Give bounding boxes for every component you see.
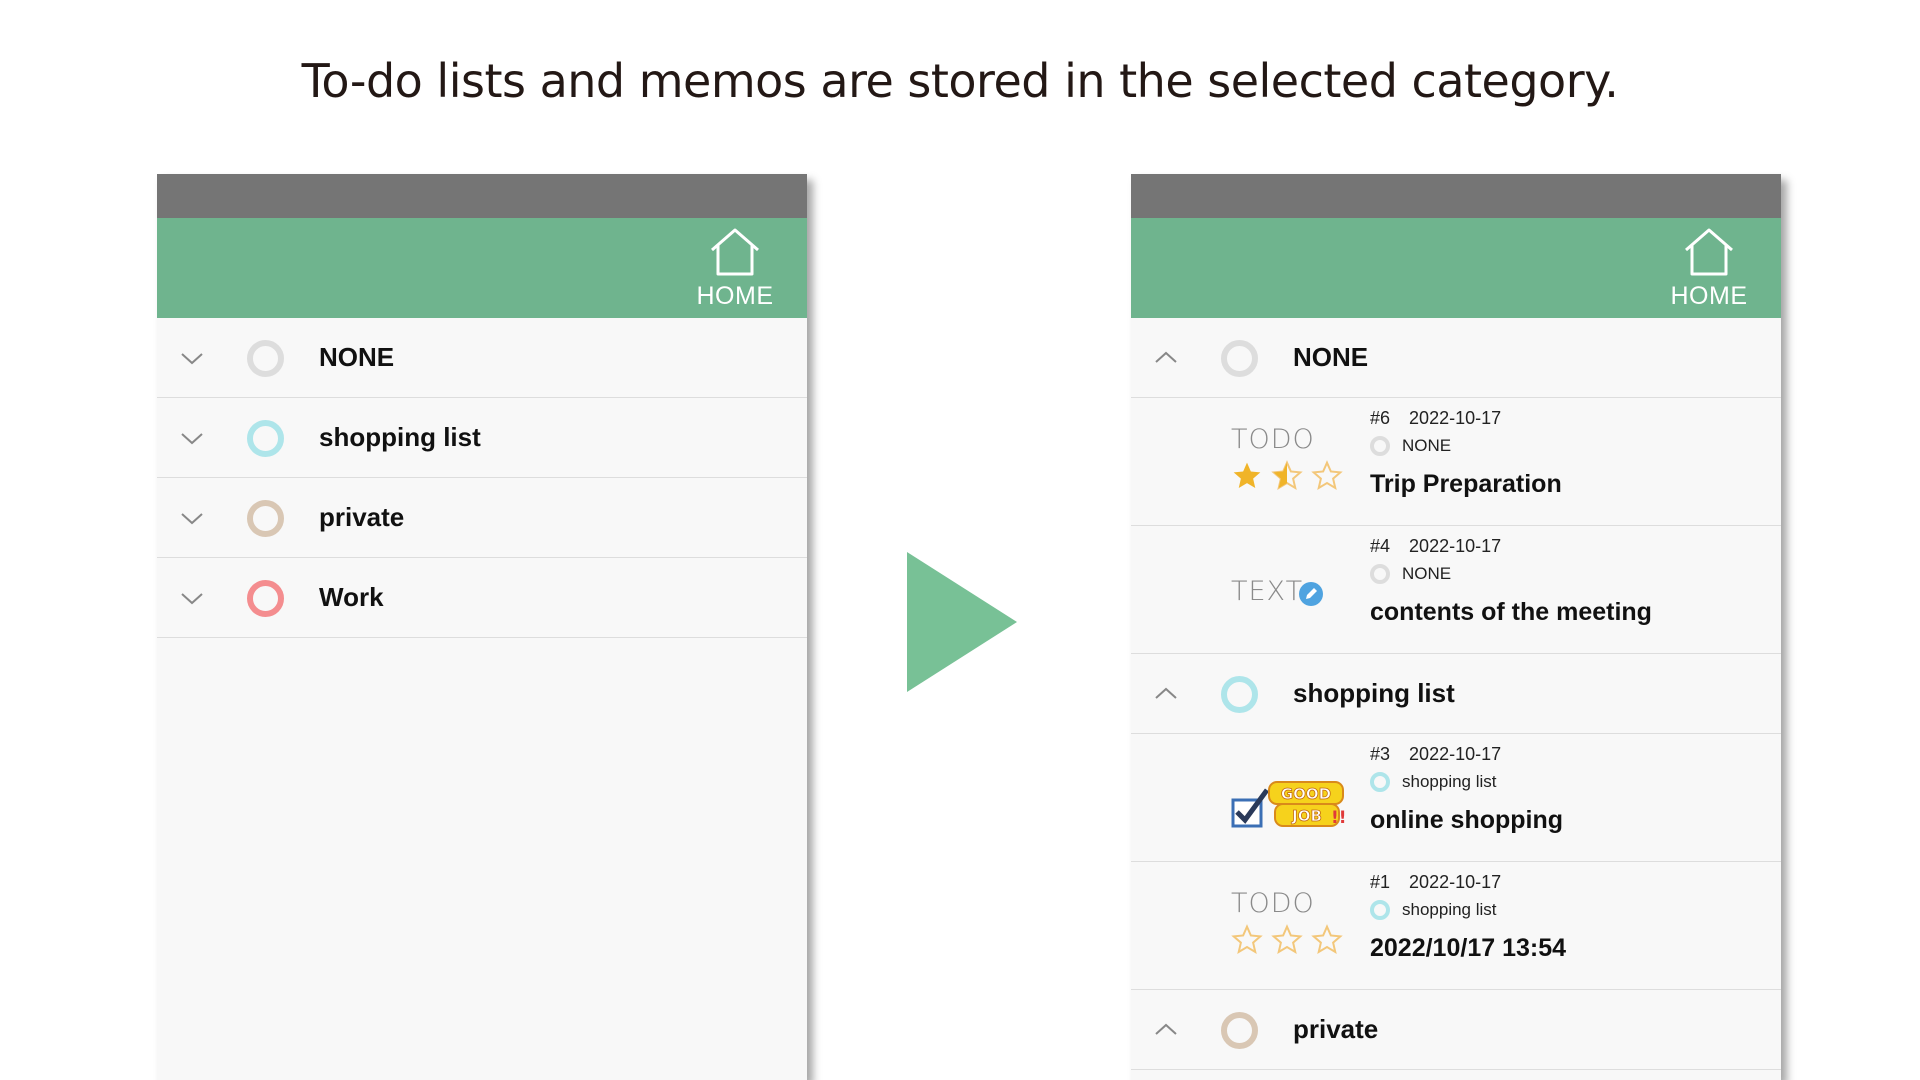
play-arrow-icon (907, 552, 1017, 692)
item-meta: #3 2022-10-17 (1370, 744, 1501, 765)
category-label: NONE (1293, 342, 1369, 372)
chevron-up-icon (1155, 351, 1177, 363)
chevron-down-icon (181, 593, 203, 605)
svg-text:JOB: JOB (1291, 807, 1322, 825)
category-color-ring (1221, 1012, 1258, 1049)
done-thumbnail: GOOD JOB !! (1231, 760, 1351, 840)
star-rating (1231, 460, 1343, 492)
svg-text:GOOD: GOOD (1281, 785, 1331, 803)
todo-thumbnail: TODO (1231, 424, 1351, 504)
todo-label: TODO (1231, 424, 1315, 455)
home-label: HOME (696, 282, 774, 310)
chevron-up-icon (1155, 687, 1177, 699)
star-half-icon (1271, 460, 1303, 491)
home-icon (711, 228, 759, 276)
item-title: contents of the meeting (1370, 598, 1652, 626)
app-bar: HOME (157, 218, 807, 318)
category-label: Work (319, 582, 384, 612)
category-mini-ring (1370, 772, 1390, 792)
item-number: #1 (1370, 872, 1391, 892)
category-mini-ring (1370, 900, 1390, 920)
todo-thumbnail: TODO (1231, 888, 1351, 968)
item-title: Trip Preparation (1370, 470, 1562, 498)
category-row-shopping-list[interactable]: shopping list (1131, 654, 1781, 734)
item-category: NONE (1370, 436, 1451, 456)
category-label: shopping list (1293, 678, 1455, 708)
category-mini-ring (1370, 564, 1390, 584)
star-rating (1231, 924, 1343, 956)
item-date: 2022-10-17 (1409, 536, 1502, 556)
category-color-ring (247, 420, 284, 457)
category-color-ring (1221, 340, 1258, 377)
category-label: private (1293, 1014, 1379, 1044)
item-date: 2022-10-17 (1409, 872, 1502, 892)
left-phone-screen: HOME NONE shopping list private Work (157, 174, 807, 1080)
right-phone-screen: HOME NONE TODO #6 2022-10-17 NONE Trip P… (1131, 174, 1781, 1080)
item-category-label: shopping list (1402, 772, 1497, 791)
chevron-up-icon (1155, 1023, 1177, 1035)
list-item[interactable]: TEXT #4 2022-10-17 NONE contents of the … (1131, 526, 1781, 654)
chevron-down-icon (181, 433, 203, 445)
star-outline-icon (1231, 924, 1263, 955)
category-label: shopping list (319, 422, 481, 452)
item-category-label: NONE (1402, 564, 1452, 583)
todo-label: TODO (1231, 888, 1315, 919)
text-thumbnail: TEXT (1231, 552, 1351, 632)
svg-text:!!: !! (1331, 808, 1347, 828)
category-row-none[interactable]: NONE (1131, 318, 1781, 398)
item-category-label: shopping list (1402, 900, 1497, 919)
star-outline-icon (1311, 924, 1343, 955)
item-date: 2022-10-17 (1409, 744, 1502, 764)
category-row-private[interactable]: private (1131, 990, 1781, 1070)
status-bar (157, 174, 807, 218)
category-row-work[interactable]: Work (157, 558, 807, 638)
category-color-ring (247, 500, 284, 537)
category-color-ring (247, 580, 284, 617)
item-meta: #4 2022-10-17 (1370, 536, 1501, 557)
item-number: #4 (1370, 536, 1391, 556)
item-category-label: NONE (1402, 436, 1452, 455)
item-category: shopping list (1370, 900, 1497, 920)
category-row-none[interactable]: NONE (157, 318, 807, 398)
list-item[interactable]: TODO #6 2022-10-17 NONE Trip Preparation (1131, 398, 1781, 526)
star-outline-icon (1271, 924, 1303, 955)
category-list: NONE shopping list private Work (157, 318, 807, 638)
item-number: #6 (1370, 408, 1391, 428)
home-label: HOME (1670, 282, 1748, 310)
list-item[interactable]: TODO #1 2022-10-17 shopping list 2022/10… (1131, 862, 1781, 990)
item-category: NONE (1370, 564, 1451, 584)
item-title: online shopping (1370, 806, 1564, 834)
category-color-ring (247, 340, 284, 377)
item-meta: #1 2022-10-17 (1370, 872, 1501, 893)
item-date: 2022-10-17 (1409, 408, 1502, 428)
item-meta: #6 2022-10-17 (1370, 408, 1501, 429)
category-label: private (319, 502, 405, 532)
category-mini-ring (1370, 436, 1390, 456)
item-number: #3 (1370, 744, 1391, 764)
chevron-down-icon (181, 513, 203, 525)
good-job-badge-icon: GOOD JOB !! (1231, 781, 1347, 828)
app-bar: HOME (1131, 218, 1781, 318)
text-label: TEXT (1231, 576, 1304, 607)
home-button[interactable]: HOME (1667, 226, 1751, 312)
star-filled-icon (1233, 462, 1261, 488)
home-icon (1685, 228, 1733, 276)
home-button[interactable]: HOME (693, 226, 777, 312)
star-outline-icon (1311, 460, 1343, 491)
category-color-ring (1221, 676, 1258, 713)
chevron-down-icon (181, 353, 203, 365)
pencil-badge-icon (1299, 582, 1323, 606)
headline: To-do lists and memos are stored in the … (301, 54, 1619, 108)
category-row-shopping-list[interactable]: shopping list (157, 398, 807, 478)
item-title: 2022/10/17 13:54 (1370, 934, 1567, 962)
category-row-private[interactable]: private (157, 478, 807, 558)
list-item[interactable]: GOOD JOB !! #3 2022-10-17 shopping list … (1131, 734, 1781, 862)
category-label: NONE (319, 342, 395, 372)
item-category: shopping list (1370, 772, 1497, 792)
status-bar (1131, 174, 1781, 218)
